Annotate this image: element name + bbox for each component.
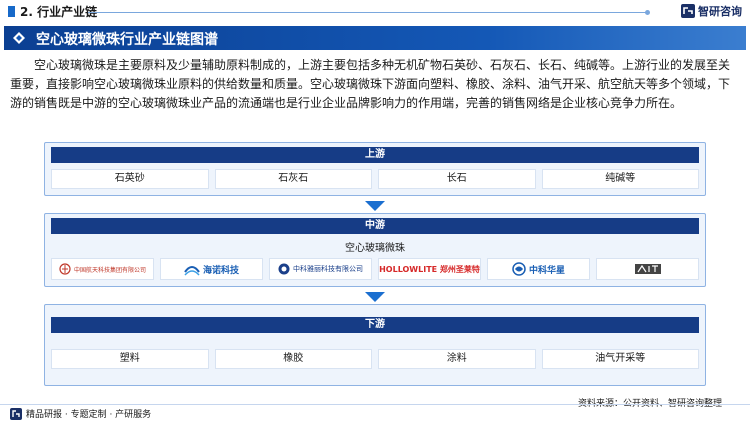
page-title: 空心玻璃微珠行业产业链图谱 (36, 32, 218, 48)
hainuo-logo-icon (184, 266, 200, 276)
brand-mark-icon (634, 264, 661, 274)
company-logo (596, 258, 699, 280)
company-logo: 中国航天科技集团有限公司 (51, 258, 154, 280)
downstream-item: 橡胶 (214, 349, 372, 369)
arrow-down-icon (365, 201, 385, 211)
company-name: HOLLOWLITE 郑州圣莱特 (379, 264, 480, 274)
upstream-item: 纯碱等 (541, 169, 699, 189)
aerospace-logo-icon (59, 263, 71, 275)
downstream-items: 塑料 橡胶 涂料 油气开采等 (51, 349, 699, 369)
section-marker (8, 6, 15, 17)
downstream-item: 油气开采等 (541, 349, 699, 369)
midstream-panel: 中游 空心玻璃微珠 中国航天科技集团有限公司 海诺科技 中科雅丽科技有限公司 H… (44, 213, 706, 287)
source-note: 资料来源：公开资料、智研咨询整理 (577, 399, 722, 409)
upstream-item: 长石 (378, 169, 536, 189)
section-divider-dot (645, 10, 650, 15)
yali-logo-icon (278, 263, 290, 275)
company-logo: 海诺科技 (160, 258, 263, 280)
company-name: 海诺科技 (202, 265, 239, 276)
upstream-label: 上游 (51, 147, 699, 163)
downstream-label: 下游 (51, 317, 699, 333)
midstream-label: 中游 (51, 218, 699, 234)
huaxing-logo-icon (512, 262, 526, 276)
company-logo: HOLLOWLITE 郑州圣莱特 (378, 258, 481, 280)
section-header: 2. 行业产业链 智研咨询 (0, 0, 750, 24)
downstream-item: 塑料 (51, 349, 209, 369)
upstream-item: 石英砂 (51, 169, 209, 189)
company-name: 中科雅丽科技有限公司 (293, 265, 363, 273)
title-bar: 空心玻璃微珠行业产业链图谱 (4, 26, 746, 50)
upstream-items: 石英砂 石灰石 长石 纯碱等 (51, 169, 699, 189)
upstream-panel: 上游 石英砂 石灰石 长石 纯碱等 (44, 142, 706, 196)
downstream-panel: 下游 塑料 橡胶 涂料 油气开采等 (44, 304, 706, 386)
arrow-down-icon (365, 292, 385, 302)
company-logos: 中国航天科技集团有限公司 海诺科技 中科雅丽科技有限公司 HOLLOWLITE … (51, 258, 699, 280)
company-logo: 中科雅丽科技有限公司 (269, 258, 372, 280)
footer-slogan-text: 精品研报 · 专题定制 · 产研服务 (26, 410, 152, 420)
description-text: 空心玻璃微珠是主要原料及少量辅助原料制成的，上游主要包括多种无机矿物石英砂、石灰… (10, 58, 731, 110)
diamond-icon (13, 32, 25, 44)
company-name: 中国航天科技集团有限公司 (73, 266, 146, 274)
company-name: 中科华星 (528, 265, 565, 276)
midstream-product: 空心玻璃微珠 (345, 243, 405, 254)
footer-divider (0, 404, 750, 405)
brand-name: 智研咨询 (698, 5, 742, 18)
brand-logo-icon (681, 4, 695, 18)
section-divider (88, 12, 648, 13)
downstream-item: 涂料 (378, 349, 536, 369)
upstream-item: 石灰石 (214, 169, 372, 189)
section-title: 2. 行业产业链 (20, 5, 98, 19)
company-logo: 中科华星 (487, 258, 590, 280)
footer-slogan: 精品研报 · 专题定制 · 产研服务 (10, 407, 151, 420)
brand-logo-icon (10, 407, 22, 420)
brand[interactable]: 智研咨询 (681, 3, 742, 19)
